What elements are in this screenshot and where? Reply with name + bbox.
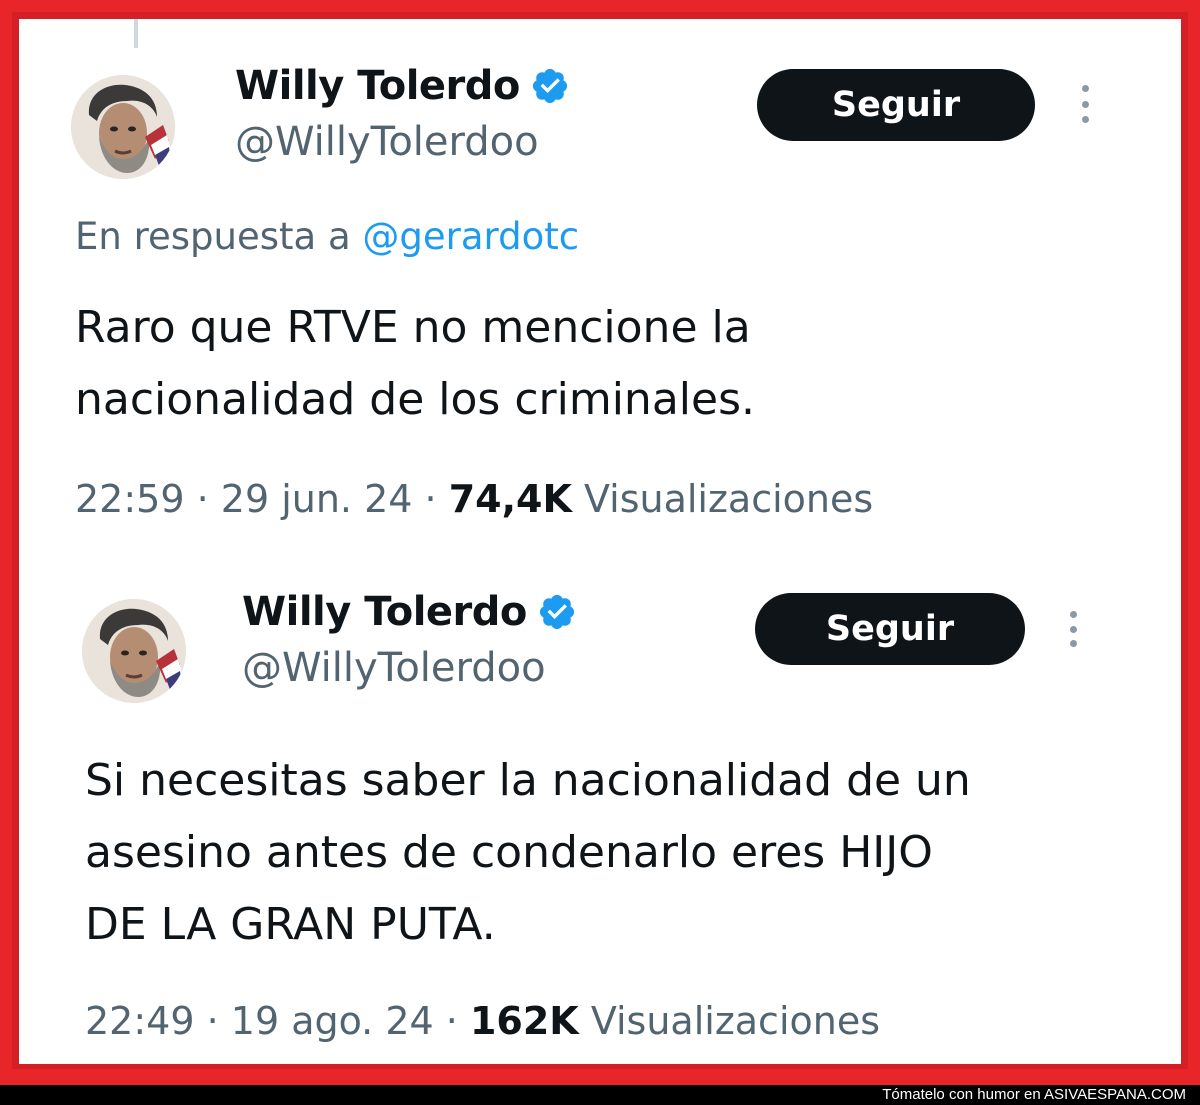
meta-separator: · bbox=[433, 999, 470, 1043]
tweet-1: Willy Tolerdo @WillyTolerdoo Seguir En r… bbox=[19, 19, 1181, 539]
meta-separator: · bbox=[412, 477, 449, 521]
tweet-text: Raro que RTVE no mencione la nacionalida… bbox=[75, 292, 755, 436]
more-options-icon[interactable] bbox=[1077, 85, 1093, 123]
views-count[interactable]: 74,4K bbox=[449, 477, 572, 521]
tweet-meta: 22:59 · 29 jun. 24 · 74,4K Visualizacion… bbox=[75, 477, 873, 521]
reply-to-line: En respuesta a @gerardotc bbox=[75, 215, 579, 258]
tweet-text-line: DE LA GRAN PUTA. bbox=[85, 899, 496, 950]
tweet-text-line: Raro que RTVE no mencione la bbox=[75, 302, 751, 353]
footer-text: Tómatelo con humor en ASIVAESPANA.COM bbox=[882, 1086, 1186, 1103]
tweet-time[interactable]: 22:59 bbox=[75, 477, 185, 521]
tweet-meta: 22:49 · 19 ago. 24 · 162K Visualizacione… bbox=[85, 999, 880, 1043]
tweet-date[interactable]: 19 ago. 24 bbox=[231, 999, 434, 1043]
follow-button[interactable]: Seguir bbox=[755, 593, 1025, 665]
verified-badge-icon bbox=[532, 68, 567, 104]
author-name-row: Willy Tolerdo bbox=[235, 63, 570, 109]
author-name[interactable]: Willy Tolerdo bbox=[242, 589, 527, 635]
tweet-text-line: asesino antes de condenarlo eres HIJO bbox=[85, 827, 933, 878]
footer-site-link[interactable]: ASIVAESPANA.COM bbox=[1044, 1086, 1186, 1103]
reply-prefix: En respuesta a bbox=[75, 215, 363, 258]
author-handle[interactable]: @WillyTolerdoo bbox=[242, 645, 546, 691]
watermark-footer: Tómatelo con humor en ASIVAESPANA.COM bbox=[0, 1085, 1200, 1105]
views-count[interactable]: 162K bbox=[470, 999, 579, 1043]
reply-mention-link[interactable]: @gerardotc bbox=[362, 215, 579, 258]
meta-separator: · bbox=[194, 999, 231, 1043]
author-avatar[interactable] bbox=[82, 599, 186, 703]
verified-badge-icon bbox=[539, 594, 574, 630]
author-handle[interactable]: @WillyTolerdoo bbox=[235, 119, 539, 165]
tweet-text: Si necesitas saber la nacionalidad de un… bbox=[85, 745, 971, 961]
views-label: Visualizaciones bbox=[583, 477, 874, 521]
tweet-2: Willy Tolerdo @WillyTolerdoo Seguir Si n… bbox=[19, 559, 1181, 1064]
follow-button[interactable]: Seguir bbox=[757, 69, 1035, 141]
footer-tagline: Tómatelo con humor en bbox=[882, 1086, 1041, 1103]
tweet-date[interactable]: 29 jun. 24 bbox=[221, 477, 413, 521]
author-avatar[interactable] bbox=[71, 75, 175, 179]
tweet-text-line: Si necesitas saber la nacionalidad de un bbox=[85, 755, 971, 806]
views-label: Visualizaciones bbox=[590, 999, 881, 1043]
author-name[interactable]: Willy Tolerdo bbox=[235, 63, 520, 109]
more-options-icon[interactable] bbox=[1065, 611, 1081, 647]
tweets-canvas: Willy Tolerdo @WillyTolerdoo Seguir En r… bbox=[19, 19, 1181, 1064]
tweet-text-line: nacionalidad de los criminales. bbox=[75, 374, 755, 425]
author-name-row: Willy Tolerdo bbox=[242, 589, 577, 635]
meta-separator: · bbox=[184, 477, 221, 521]
tweet-time[interactable]: 22:49 bbox=[85, 999, 195, 1043]
